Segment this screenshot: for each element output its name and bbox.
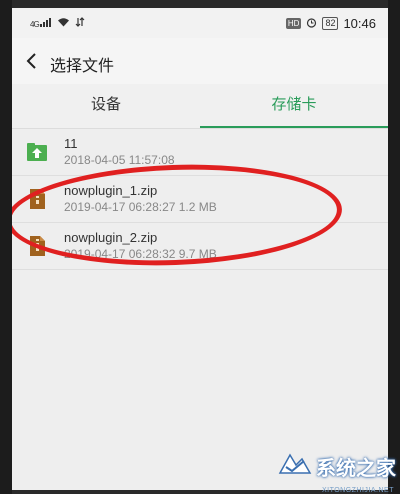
zip-file-icon: [26, 235, 48, 257]
alarm-icon: [306, 17, 317, 31]
file-list: 11 2018-04-05 11:57:08 nowplugin_1.zip 2…: [12, 129, 388, 270]
zip-file-icon: [26, 188, 48, 210]
watermark-text: 系统之家: [316, 458, 396, 480]
signal-icon: 4G: [30, 18, 52, 29]
file-meta: 2019-04-17 06:28:32 9.7 MB: [64, 247, 217, 261]
active-tab-indicator: [200, 126, 388, 128]
tab-sd-card-label: 存储卡: [271, 96, 317, 113]
wifi-icon: [57, 17, 70, 30]
tab-device[interactable]: 设备: [12, 84, 200, 128]
app-bar: 选择文件: [12, 38, 388, 84]
data-icon: [75, 17, 85, 30]
back-button[interactable]: [22, 50, 42, 72]
list-item-parent-folder[interactable]: 11 2018-04-05 11:57:08: [12, 129, 388, 176]
tab-device-label: 设备: [90, 96, 121, 113]
file-name: 11: [64, 136, 78, 151]
signal-label: 4G: [30, 20, 40, 29]
page-title: 选择文件: [50, 58, 115, 75]
back-arrow-icon: [26, 53, 36, 69]
folder-up-icon: [26, 141, 48, 163]
status-time: 10:46: [343, 16, 376, 31]
list-item-nowplugin-1[interactable]: nowplugin_1.zip 2019-04-17 06:28:27 1.2 …: [12, 176, 388, 223]
hd-badge: HD: [285, 18, 302, 29]
battery-indicator: 82: [322, 17, 339, 30]
list-item-nowplugin-2[interactable]: nowplugin_2.zip 2019-04-17 06:28:32 9.7 …: [12, 223, 388, 270]
phone-bezel-top: [12, 0, 388, 8]
file-name: nowplugin_1.zip: [64, 183, 158, 198]
file-meta: 2019-04-17 06:28:27 1.2 MB: [64, 200, 217, 214]
tab-bar: 设备 存储卡: [12, 84, 388, 129]
file-name: nowplugin_2.zip: [64, 230, 158, 245]
watermark: 系统之家 XITONGZHIJIA.NET: [278, 451, 396, 494]
watermark-logo-icon: [278, 451, 312, 482]
phone-screen: 4G HD 82 10:46 选择文件 设备 存储卡 11 2018-04-05…: [12, 0, 388, 494]
watermark-url: XITONGZHIJIA.NET: [321, 487, 394, 494]
tab-sd-card[interactable]: 存储卡: [200, 84, 388, 128]
status-bar: 4G HD 82 10:46: [12, 8, 388, 38]
file-meta: 2018-04-05 11:57:08: [64, 153, 175, 167]
